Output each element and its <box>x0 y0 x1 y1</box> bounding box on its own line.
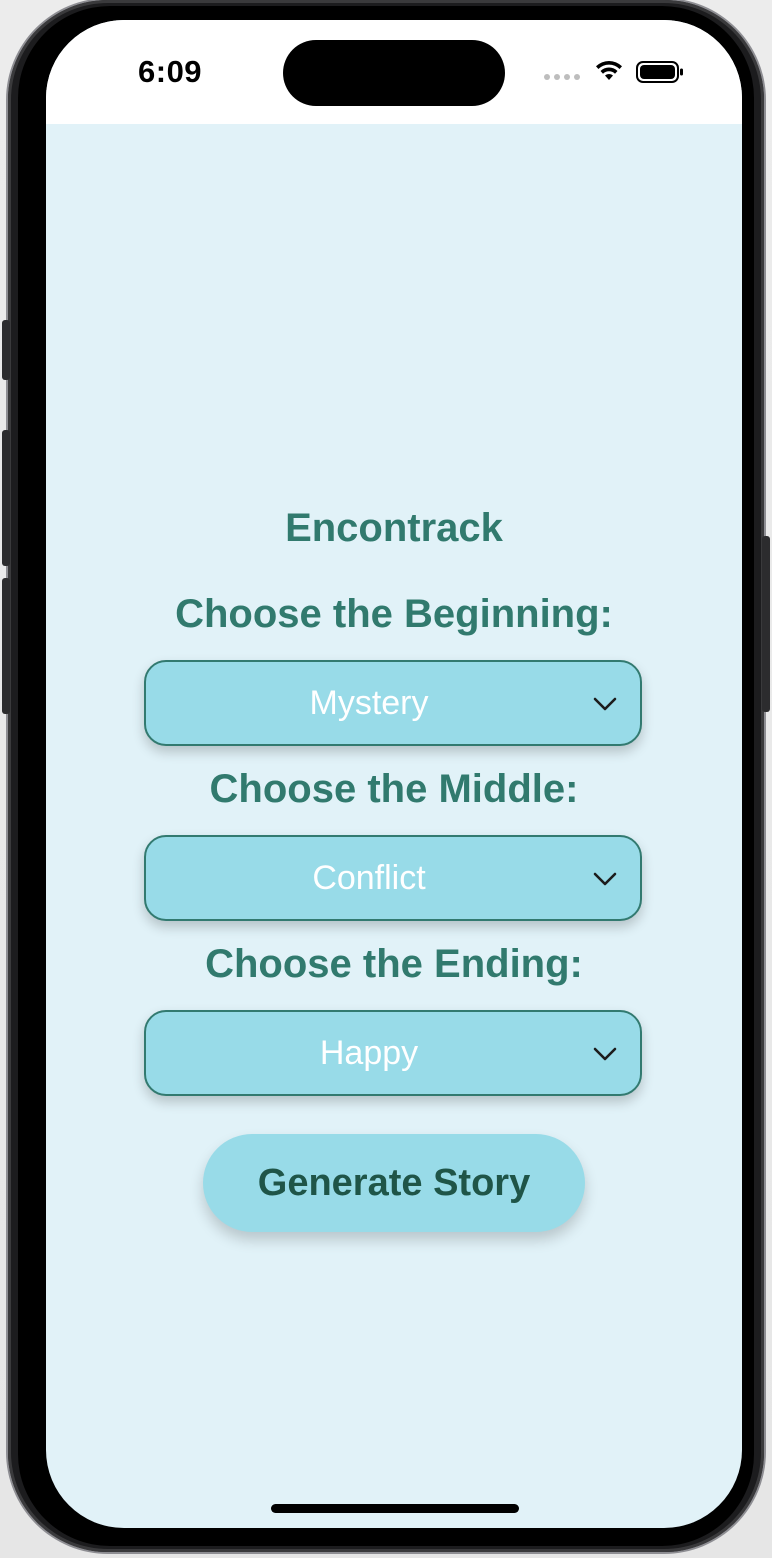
chevron-down-icon <box>593 1047 617 1061</box>
middle-selected-value: Conflict <box>312 859 426 897</box>
beginning-label: Choose the Beginning: <box>175 592 613 636</box>
middle-label: Choose the Middle: <box>209 767 579 811</box>
home-indicator[interactable] <box>271 1504 519 1513</box>
beginning-dropdown[interactable]: Mystery <box>144 660 642 746</box>
volume-down-button <box>2 578 10 714</box>
beginning-selected-value: Mystery <box>309 684 429 722</box>
middle-dropdown[interactable]: Conflict <box>144 835 642 921</box>
chevron-down-icon <box>593 872 617 886</box>
status-time: 6:09 <box>138 54 203 89</box>
volume-up-button <box>2 430 10 566</box>
cellular-signal-icon <box>544 74 580 80</box>
ending-label: Choose the Ending: <box>205 942 583 986</box>
power-button <box>762 536 770 712</box>
action-button <box>2 320 10 380</box>
app-title: Encontrack <box>285 506 503 550</box>
wifi-icon <box>596 60 622 80</box>
phone-screen: 6:09 Encontrack Choose the Beginning: My… <box>46 20 742 1528</box>
dynamic-island <box>283 40 505 106</box>
battery-icon <box>636 61 683 83</box>
ending-selected-value: Happy <box>319 1034 419 1072</box>
generate-story-button[interactable]: Generate Story <box>203 1134 585 1232</box>
ending-dropdown[interactable]: Happy <box>144 1010 642 1096</box>
main-content: Encontrack Choose the Beginning: Mystery… <box>46 124 742 1528</box>
chevron-down-icon <box>593 697 617 711</box>
status-bar: 6:09 <box>46 20 742 124</box>
